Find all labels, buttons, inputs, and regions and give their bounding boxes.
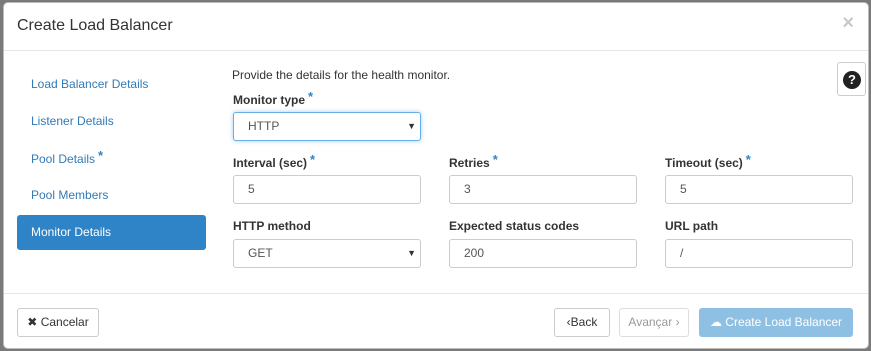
nav-item-listener-details[interactable]: Listener Details [17, 104, 206, 139]
required-asterisk: * [492, 152, 498, 167]
required-asterisk: * [98, 148, 104, 163]
nav-item-label: Monitor Details [31, 225, 112, 239]
required-asterisk: * [310, 152, 316, 167]
nav-item-label: Pool Members [31, 188, 109, 202]
expected-codes-input[interactable]: 200 [449, 239, 637, 268]
nav-item-load-balancer-details[interactable]: Load Balancer Details [17, 67, 206, 102]
timeout-input[interactable]: 5 [665, 175, 853, 204]
monitor-type-select[interactable]: HTTP ▼ [233, 112, 421, 141]
required-asterisk: * [745, 152, 751, 167]
nav-item-label: Load Balancer Details [31, 77, 149, 91]
nav-item-label: Listener Details [31, 114, 114, 128]
retries-label: Retries * [449, 152, 498, 170]
monitor-type-label: Monitor type * [233, 89, 314, 107]
chevron-right-icon: › [675, 315, 680, 329]
button-label: Back [570, 315, 598, 329]
question-circle-icon: ? [843, 71, 861, 89]
expected-codes-label: Expected status codes [449, 219, 580, 233]
modal-footer: ✖ Cancelar ‹Back Avançar › ☁ Create Load… [4, 293, 868, 348]
timeout-label: Timeout (sec) * [665, 152, 751, 170]
help-button[interactable]: ? [837, 62, 866, 96]
button-label: Create Load Balancer [725, 315, 843, 329]
input-value: / [680, 246, 684, 260]
create-load-balancer-modal: Create Load Balancer × Load Balancer Det… [3, 2, 869, 349]
nav-item-pool-members[interactable]: Pool Members [17, 178, 206, 213]
nav-item-monitor-details[interactable]: Monitor Details [17, 215, 206, 250]
close-icon[interactable]: × [842, 13, 854, 33]
caret-down-icon: ▼ [407, 121, 416, 131]
modal-header: Create Load Balancer × [4, 3, 868, 51]
modal-title: Create Load Balancer [17, 17, 173, 34]
label-text: Timeout (sec) [665, 156, 743, 170]
cloud-upload-icon: ☁ [709, 315, 722, 329]
input-value: 3 [464, 182, 471, 196]
nav-item-pool-details[interactable]: Pool Details * [17, 141, 206, 176]
nav-item-label: Pool Details [31, 152, 96, 166]
back-button[interactable]: ‹Back [554, 308, 610, 337]
http-method-label: HTTP method [233, 219, 311, 233]
close-icon: ✖ [27, 315, 38, 329]
next-button[interactable]: Avançar › [619, 308, 689, 337]
button-label: Avançar [628, 315, 673, 329]
create-load-balancer-button[interactable]: ☁ Create Load Balancer [699, 308, 853, 337]
interval-input[interactable]: 5 [233, 175, 421, 204]
required-asterisk: * [308, 89, 314, 104]
button-label: Cancelar [40, 315, 89, 329]
url-path-label: URL path [665, 219, 719, 233]
input-value: 200 [464, 246, 485, 260]
input-value: 5 [680, 182, 687, 196]
caret-down-icon: ▼ [407, 248, 416, 258]
url-path-input[interactable]: / [665, 239, 853, 268]
label-text: Retries [449, 156, 490, 170]
retries-input[interactable]: 3 [449, 175, 637, 204]
select-value: GET [248, 246, 273, 260]
cancel-button[interactable]: ✖ Cancelar [17, 308, 99, 337]
interval-label: Interval (sec) * [233, 152, 316, 170]
wizard-nav: Load Balancer Details Listener Details P… [17, 67, 206, 252]
label-text: Monitor type [233, 93, 305, 107]
http-method-select[interactable]: GET ▼ [233, 239, 421, 268]
label-text: Interval (sec) [233, 156, 308, 170]
form-intro: Provide the details for the health monit… [232, 68, 451, 82]
select-value: HTTP [248, 119, 280, 133]
input-value: 5 [248, 182, 255, 196]
